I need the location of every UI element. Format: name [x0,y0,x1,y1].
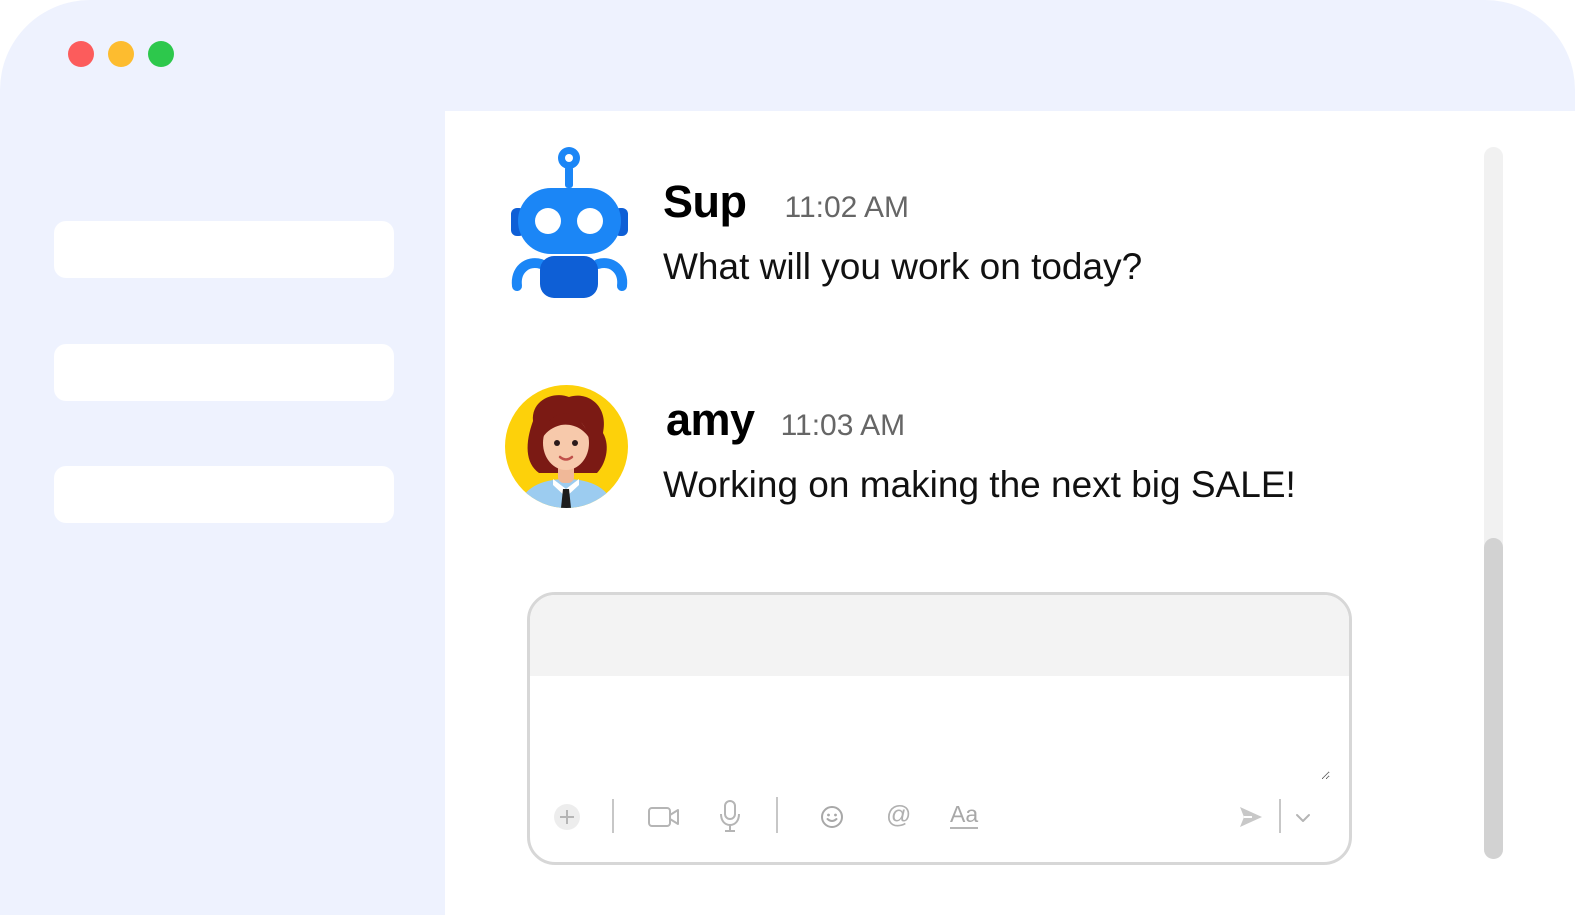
scrollbar-track[interactable] [1484,147,1503,859]
toolbar-divider [612,799,614,833]
message-timestamp: 11:03 AM [780,409,906,442]
maximize-window-button[interactable] [148,41,174,67]
message-text: What will you work on today? [663,246,1143,287]
chevron-down-icon[interactable] [1295,811,1311,829]
message-composer: @ Aa [527,592,1352,865]
message-header: amy 11:03 AM [666,394,905,446]
text-format-icon[interactable]: Aa [950,801,979,829]
woman-avatar [505,385,628,513]
message-timestamp: 11:02 AM [784,191,910,224]
sidebar-item-3[interactable] [54,466,394,523]
toolbar-divider [776,797,778,833]
plus-icon[interactable] [553,803,581,836]
sidebar-item-2[interactable] [54,344,394,401]
sidebar-item-1[interactable] [54,221,394,278]
video-icon[interactable] [648,805,680,834]
toolbar-divider [1279,799,1281,833]
composer-header-bar [530,595,1349,676]
emoji-icon[interactable] [820,805,844,834]
minimize-window-button[interactable] [108,41,134,67]
scrollbar-thumb[interactable] [1484,538,1503,859]
robot-icon [505,146,630,303]
send-icon[interactable] [1238,804,1264,835]
close-window-button[interactable] [68,41,94,67]
mention-icon[interactable]: @ [886,801,911,830]
microphone-icon[interactable] [719,800,741,837]
app-window: Sup 11:02 AM What will you work on today… [0,0,1575,915]
message-text: Working on making the next big SALE! [663,464,1296,505]
message-author[interactable]: amy [666,394,755,446]
message-header: Sup 11:02 AM [663,176,909,228]
window-controls [68,41,174,67]
message-author[interactable]: Sup [663,176,747,228]
message-input[interactable] [550,690,1330,780]
